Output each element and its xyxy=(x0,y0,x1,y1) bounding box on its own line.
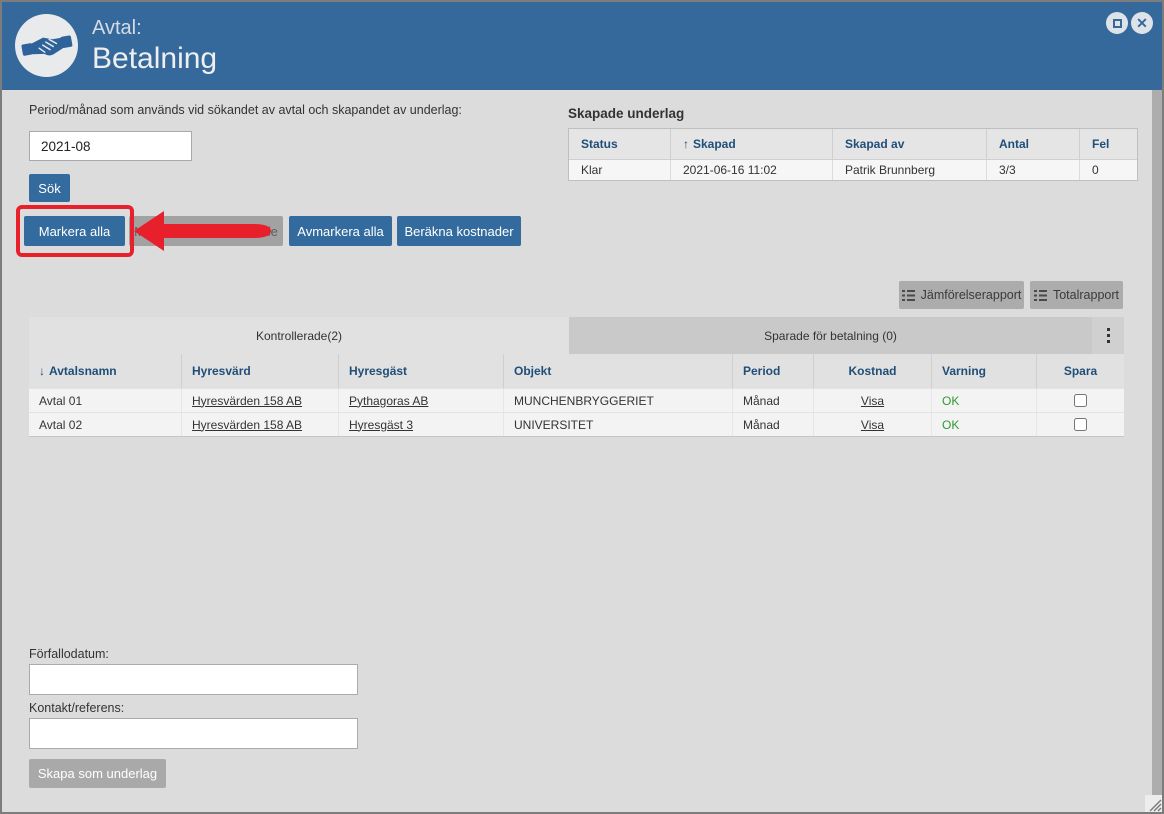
kontakt-referens-label: Kontakt/referens: xyxy=(29,701,124,715)
column-header-spara[interactable]: Spara xyxy=(1037,354,1124,388)
spara-checkbox[interactable] xyxy=(1074,394,1087,407)
hyresgast-link[interactable]: Pythagoras AB xyxy=(349,394,428,408)
tab-sparade-label: Sparade för betalning (0) xyxy=(764,329,897,343)
forfallodatum-input[interactable] xyxy=(29,664,358,695)
menu-dots-icon xyxy=(1107,328,1110,331)
cell-avtalsnamn: Avtal 02 xyxy=(29,413,182,436)
report-grid-icon xyxy=(1034,290,1047,301)
hyresvard-link[interactable]: Hyresvärden 158 AB xyxy=(192,394,302,408)
agreements-header-row: ↓ Avtalsnamn Hyresvärd Hyresgäst Objekt … xyxy=(29,354,1124,388)
column-header-status[interactable]: Status xyxy=(569,129,671,159)
close-button[interactable]: ✕ xyxy=(1131,12,1153,34)
cell-fel: 0 xyxy=(1080,160,1137,180)
varning-status: OK xyxy=(942,418,959,432)
right-scrollbar-track[interactable] xyxy=(1152,90,1162,812)
window-resize-grip[interactable] xyxy=(1145,795,1162,812)
sort-ascending-icon: ↑ xyxy=(683,137,689,151)
report-grid-icon xyxy=(902,290,915,301)
window-title-line2: Betalning xyxy=(92,41,217,77)
column-header-antal[interactable]: Antal xyxy=(987,129,1080,159)
column-header-kostnad[interactable]: Kostnad xyxy=(814,354,932,388)
sok-button[interactable]: Sök xyxy=(29,174,70,202)
tab-overflow-menu-button[interactable] xyxy=(1092,317,1124,354)
agreement-row: Avtal 02 Hyresvärden 158 AB Hyresgäst 3 … xyxy=(29,412,1124,436)
hyresgast-link[interactable]: Hyresgäst 3 xyxy=(349,418,413,432)
column-header-hyresvard[interactable]: Hyresvärd xyxy=(182,354,339,388)
maximize-icon xyxy=(1113,19,1122,28)
tab-sparade-for-betalning[interactable]: Sparade för betalning (0) xyxy=(569,317,1092,354)
jamforelserapport-button[interactable]: Jämförelserapport xyxy=(899,281,1024,309)
visa-kostnad-link[interactable]: Visa xyxy=(861,394,884,408)
tab-kontrollerade-label: Kontrollerade(2) xyxy=(256,329,342,343)
jamforelserapport-label: Jämförelserapport xyxy=(921,288,1022,302)
berakna-kostnader-button[interactable]: Beräkna kostnader xyxy=(397,216,521,246)
column-header-varning[interactable]: Varning xyxy=(932,354,1037,388)
resize-grip-icon xyxy=(1145,795,1162,812)
app-logo xyxy=(15,14,78,77)
column-header-fel[interactable]: Fel xyxy=(1080,129,1137,159)
skapade-underlag-table: Status ↑ Skapad Skapad av Antal Fel Klar… xyxy=(568,128,1138,181)
skapade-underlag-header-row: Status ↑ Skapad Skapad av Antal Fel xyxy=(569,129,1137,159)
window-title-line1: Avtal: xyxy=(92,15,217,41)
cell-period: Månad xyxy=(733,389,814,412)
hyresvard-link[interactable]: Hyresvärden 158 AB xyxy=(192,418,302,432)
cell-status: Klar xyxy=(569,160,671,180)
skapa-som-underlag-button: Skapa som underlag xyxy=(29,759,166,788)
maximize-button[interactable] xyxy=(1106,12,1128,34)
close-icon: ✕ xyxy=(1136,16,1148,30)
cell-period: Månad xyxy=(733,413,814,436)
kontakt-referens-input[interactable] xyxy=(29,718,358,749)
agreement-row: Avtal 01 Hyresvärden 158 AB Pythagoras A… xyxy=(29,388,1124,412)
window-title: Avtal: Betalning xyxy=(92,15,217,77)
handshake-icon xyxy=(21,20,73,72)
window-titlebar: Avtal: Betalning ✕ xyxy=(2,2,1162,90)
cell-avtalsnamn: Avtal 01 xyxy=(29,389,182,412)
varning-status: OK xyxy=(942,394,959,408)
visa-kostnad-link[interactable]: Visa xyxy=(861,418,884,432)
skapade-underlag-title: Skapade underlag xyxy=(568,106,684,121)
column-header-skapad-av[interactable]: Skapad av xyxy=(833,129,987,159)
tab-kontrollerade[interactable]: Kontrollerade(2) xyxy=(29,317,569,354)
period-label: Period/månad som används vid sökandet av… xyxy=(29,103,462,117)
cell-skapad-av: Patrik Brunnberg xyxy=(833,160,987,180)
avmarkera-alla-button[interactable]: Avmarkera alla xyxy=(289,216,392,246)
cell-objekt: UNIVERSITET xyxy=(504,413,733,436)
totalrapport-label: Totalrapport xyxy=(1053,288,1119,302)
agreements-table: ↓ Avtalsnamn Hyresvärd Hyresgäst Objekt … xyxy=(29,354,1124,437)
column-header-period[interactable]: Period xyxy=(733,354,814,388)
column-header-avtalsnamn[interactable]: ↓ Avtalsnamn xyxy=(29,354,182,388)
cell-skapad: 2021-06-16 11:02 xyxy=(671,160,833,180)
sort-descending-icon: ↓ xyxy=(39,364,45,378)
column-header-hyresgast[interactable]: Hyresgäst xyxy=(339,354,504,388)
avtal-betalning-window: Avtal: Betalning ✕ Period/månad som anvä… xyxy=(0,0,1164,814)
markera-alla-button[interactable]: Markera alla xyxy=(24,216,125,246)
column-header-objekt[interactable]: Objekt xyxy=(504,354,733,388)
totalrapport-button[interactable]: Totalrapport xyxy=(1030,281,1123,309)
cell-antal: 3/3 xyxy=(987,160,1080,180)
markera-alla-odebiterade-button: Markera alla odebiterade xyxy=(129,216,283,246)
spara-checkbox[interactable] xyxy=(1074,418,1087,431)
column-header-skapad[interactable]: ↑ Skapad xyxy=(671,129,833,159)
period-input[interactable] xyxy=(29,131,192,161)
cell-objekt: MUNCHENBRYGGERIET xyxy=(504,389,733,412)
skapade-underlag-row[interactable]: Klar 2021-06-16 11:02 Patrik Brunnberg 3… xyxy=(569,159,1137,180)
tab-bar: Kontrollerade(2) Sparade för betalning (… xyxy=(29,317,1124,354)
forfallodatum-label: Förfallodatum: xyxy=(29,647,109,661)
